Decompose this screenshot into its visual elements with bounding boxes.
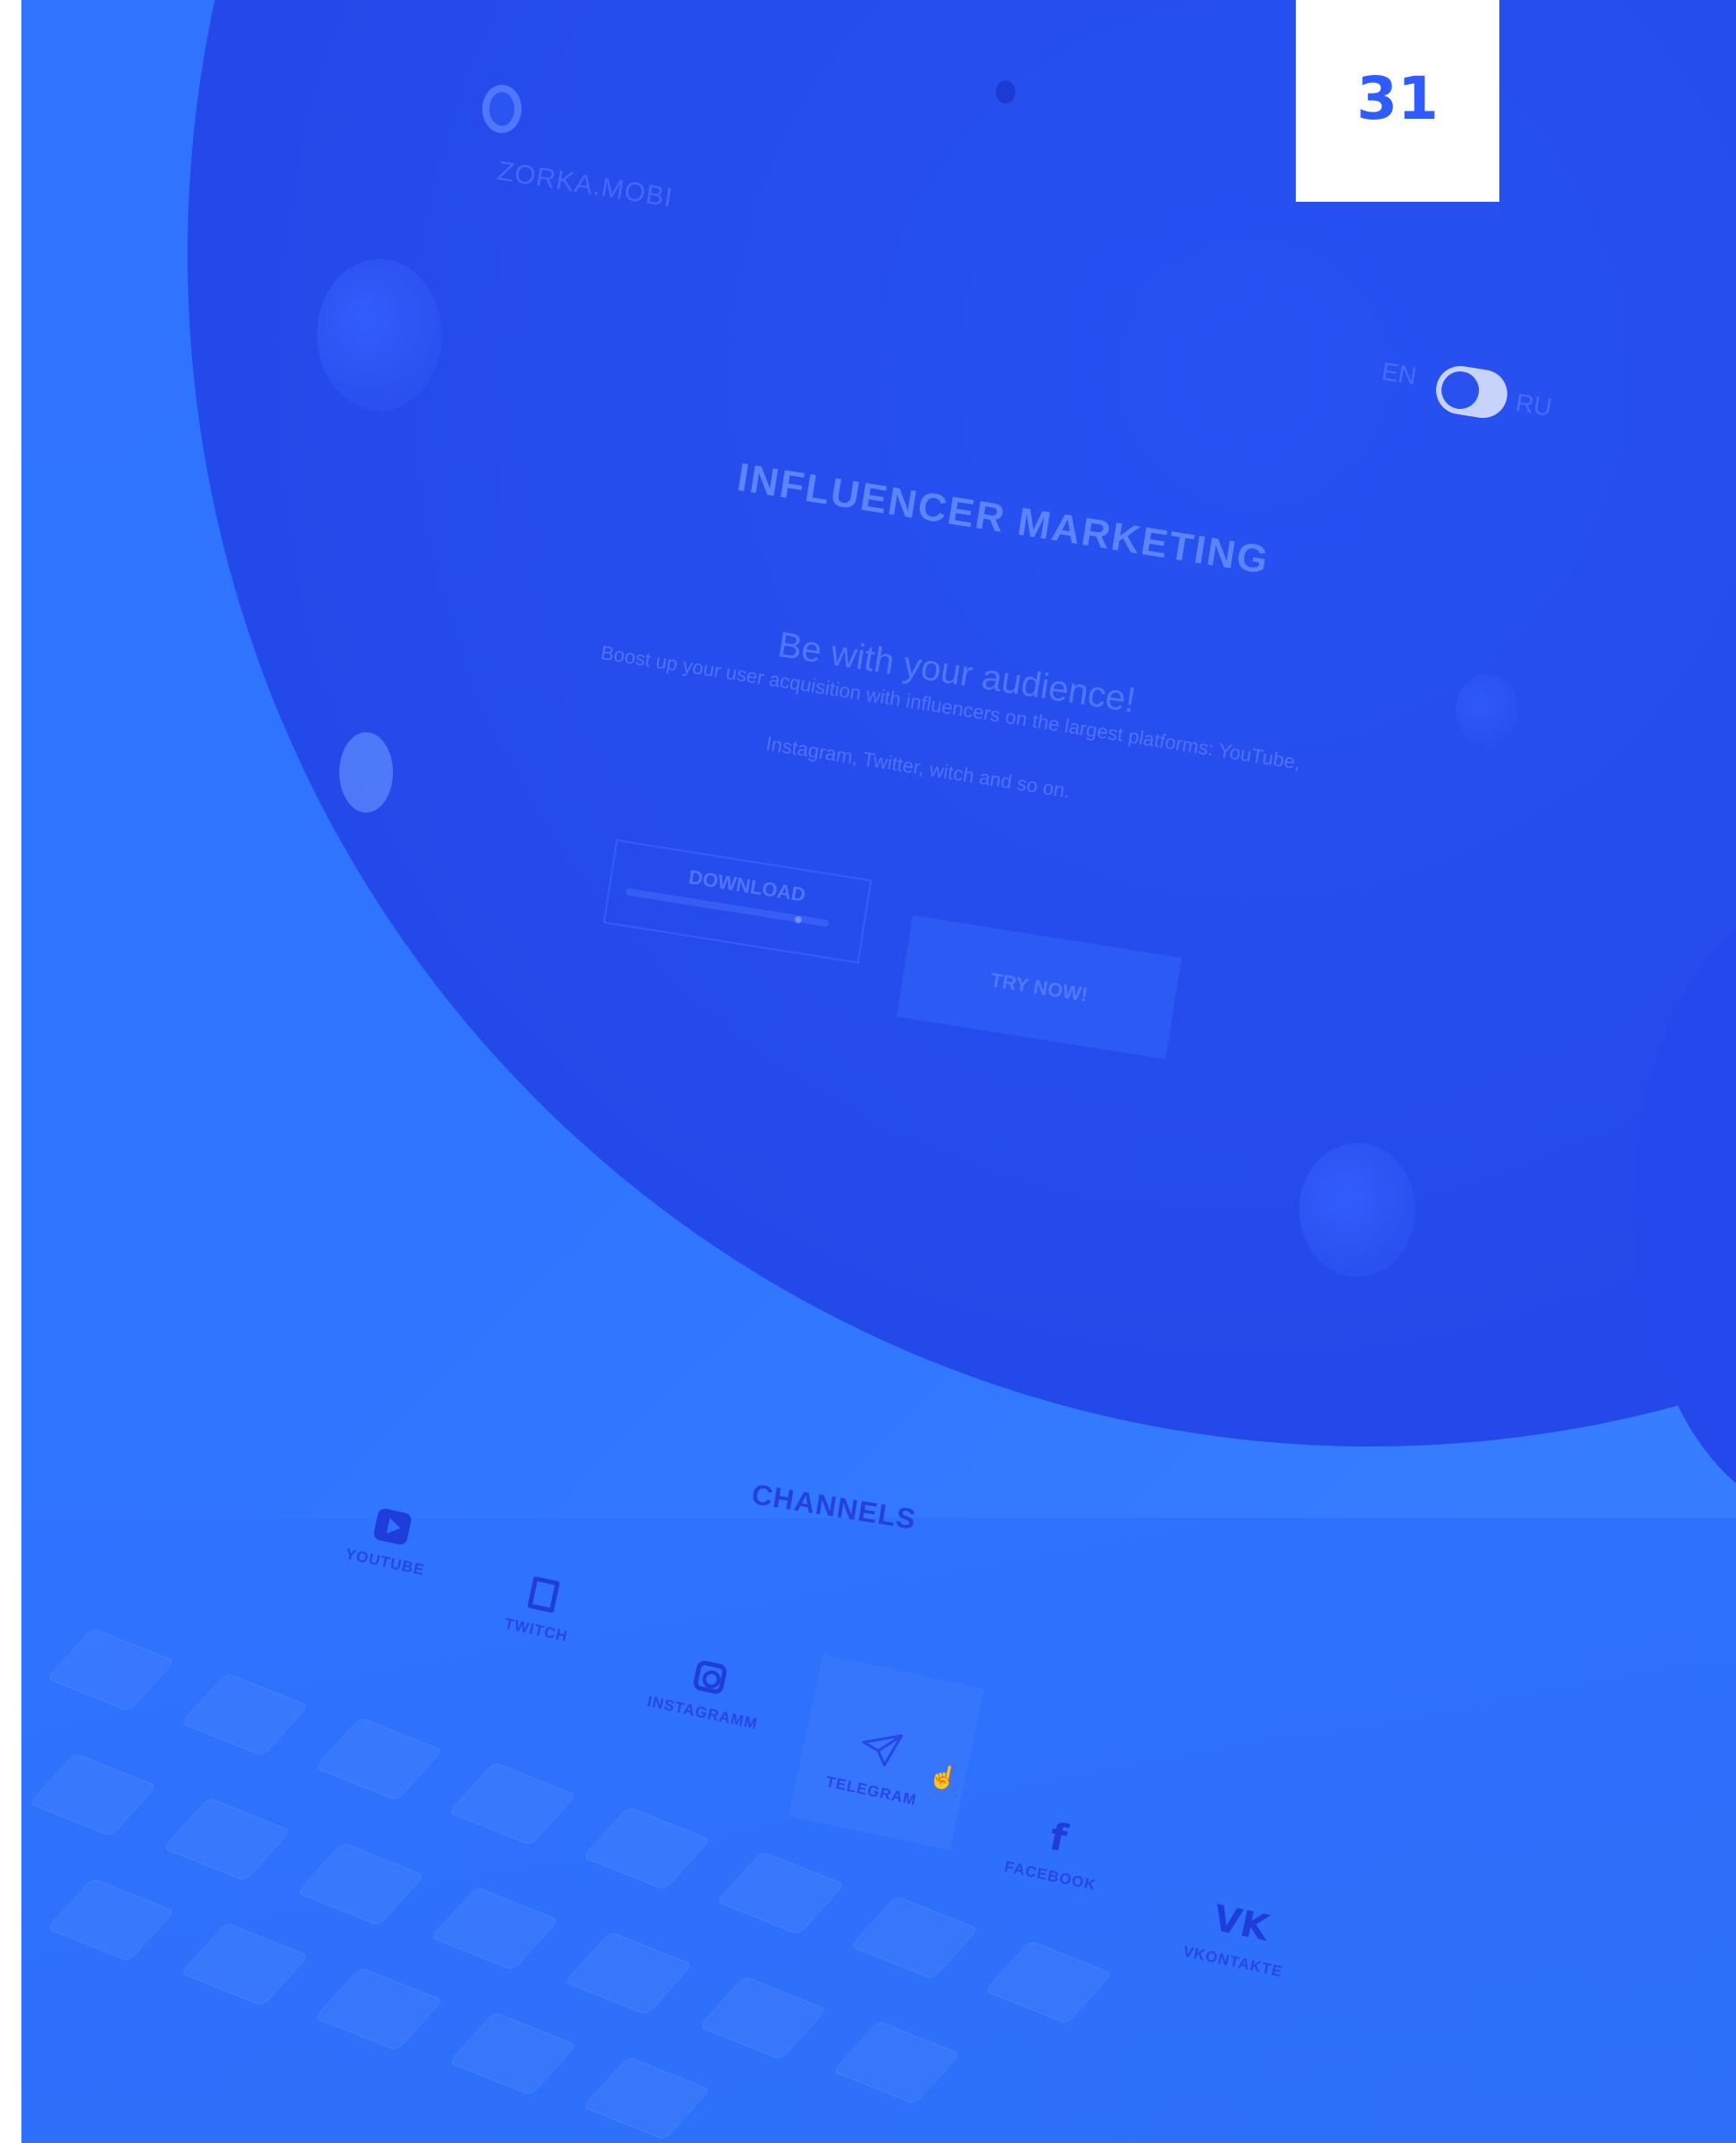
download-button[interactable]: DOWNLOAD ● [603, 839, 872, 964]
webcam-dot [996, 80, 1015, 104]
try-now-button[interactable]: TRY NOW! [897, 915, 1182, 1060]
toggle-knob [1439, 368, 1482, 412]
youtube-icon [372, 1507, 413, 1547]
brand-name[interactable]: ZORKA.MOBI [496, 156, 675, 214]
language-option-ru[interactable]: RU [1514, 388, 1554, 422]
channel-instagram[interactable]: INSTAGRAMM [646, 1639, 771, 1733]
brand-logo-icon[interactable] [482, 85, 522, 133]
language-option-en[interactable]: EN [1380, 357, 1418, 391]
try-now-button-label: TRY NOW! [989, 968, 1089, 1006]
channel-twitch[interactable]: TWITCH [503, 1561, 581, 1646]
hero-description-line: Instagram, Twitter, witch and so on. [764, 732, 1072, 803]
page-number: 31 [1356, 63, 1439, 133]
hero-title: INFLUENCER MARKETING [734, 455, 1273, 583]
photo-background: ZORKA.MOBI EN RU INFLUENCER MARKETING Be… [0, 0, 1736, 2143]
apple-icon: ● [792, 909, 805, 929]
page-number-badge: 31 [1296, 0, 1499, 202]
channels-title: CHANNELS [749, 1478, 919, 1536]
laptop-screen: ZORKA.MOBI EN RU INFLUENCER MARKETING Be… [0, 0, 1736, 2143]
channel-vkontakte[interactable]: VK VKONTAKTE [1181, 1889, 1296, 1981]
channel-youtube[interactable]: YOUTUBE [344, 1491, 438, 1580]
page-margin [0, 0, 21, 2143]
instagram-icon [691, 1659, 729, 1696]
channel-facebook[interactable]: f FACEBOOK [1003, 1804, 1109, 1895]
hand-cursor-icon: ☝ [926, 1760, 961, 1794]
language-toggle-switch[interactable] [1432, 363, 1511, 421]
twitch-icon [527, 1576, 561, 1614]
